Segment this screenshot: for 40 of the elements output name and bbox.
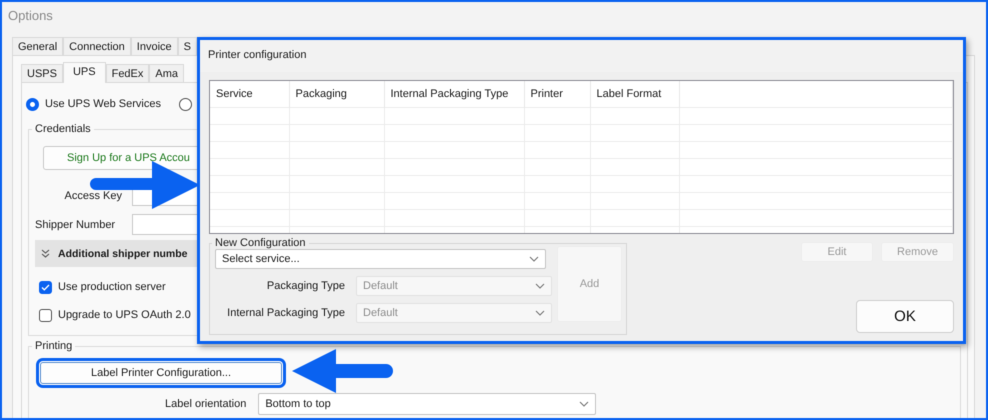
chevron-down-icon (41, 249, 50, 258)
service-select[interactable]: Select service... (215, 249, 546, 269)
window-title: Options (8, 8, 53, 23)
radio-button[interactable] (178, 98, 192, 110)
column-header[interactable]: Internal Packaging Type (384, 81, 524, 107)
radio-label: Use UPS Web Services (45, 98, 161, 110)
chevron-down-icon (579, 400, 590, 406)
column-header[interactable]: Service (210, 81, 289, 107)
field-label: Access Key (64, 190, 123, 202)
tab[interactable]: USPS (21, 64, 63, 83)
field-label: Internal Packaging Type (226, 307, 345, 319)
group-title: New Configuration (214, 237, 306, 249)
tab[interactable]: UPS (62, 62, 106, 83)
chevron-down-icon (535, 310, 545, 316)
chevron-down-icon (529, 256, 539, 262)
ok-button[interactable]: OK (856, 300, 954, 333)
field-label: Shipper Number (35, 218, 116, 230)
column-header[interactable]: Packaging (289, 81, 384, 107)
tab[interactable]: Ama (149, 64, 184, 83)
checkbox[interactable] (39, 308, 52, 322)
checkbox-label: Use production server (58, 281, 166, 293)
checkbox[interactable] (39, 280, 52, 294)
checkmark-icon (41, 284, 50, 290)
section-title: Additional shipper numbe (58, 248, 188, 260)
tab[interactable]: Invoice (130, 37, 178, 56)
chevron-down-icon (535, 283, 545, 289)
tab[interactable]: General (12, 37, 64, 56)
field-label: Packaging Type (266, 280, 345, 292)
tab[interactable]: FedEx (106, 64, 150, 83)
column-header[interactable]: Label Format (590, 81, 679, 107)
column-header[interactable]: Printer (524, 81, 590, 107)
orientation-select[interactable]: Bottom to top (258, 392, 596, 414)
tab[interactable]: S (178, 37, 197, 56)
radio-button[interactable] (26, 98, 39, 110)
tab[interactable]: Connection (63, 37, 131, 56)
dialog-title: Printer configuration (208, 49, 306, 61)
field-label: Label orientation (165, 398, 246, 410)
checkbox-label: Upgrade to UPS OAuth 2.0 (58, 309, 191, 321)
group-title: Credentials (34, 123, 92, 135)
group-title: Printing (34, 340, 74, 352)
